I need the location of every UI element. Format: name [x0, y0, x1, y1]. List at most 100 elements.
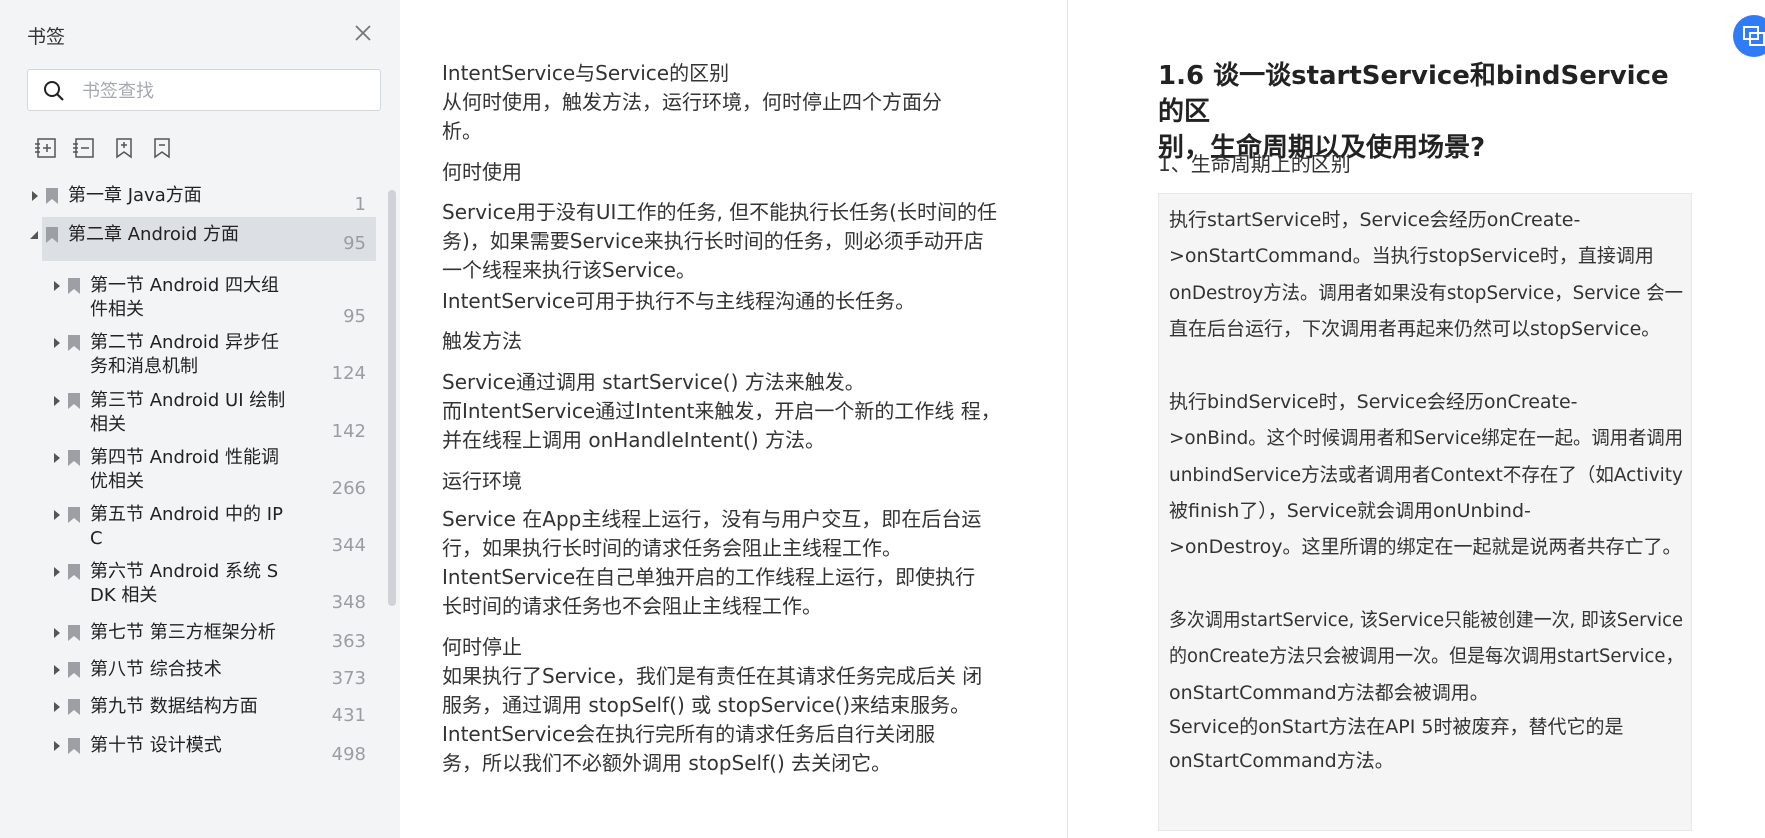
expand-caret-icon[interactable]: [28, 186, 42, 206]
expand-caret-icon[interactable]: [50, 736, 64, 756]
paragraph-line: 从何时使用，触发方法，运行环境，何时停止四个方面分: [442, 90, 942, 114]
floating-tool-icon: [1743, 26, 1765, 46]
paragraph-line: 运行环境: [442, 469, 522, 493]
tree-item-label: 第二章 Android 方面: [68, 223, 239, 247]
new-bookmark-button[interactable]: [112, 136, 138, 162]
bookmark-item-icon: [68, 699, 80, 715]
paragraph-line: Service通过调用 startService() 方法来触发。: [442, 370, 865, 394]
bookmark-item-icon: [68, 450, 80, 466]
expand-caret-icon[interactable]: [50, 448, 64, 468]
bookmark-search-box[interactable]: [27, 69, 381, 111]
tree-item-page-number: 431: [331, 705, 366, 726]
code-line: 直在后台运行，下次调用者再起来仍然可以stopService。: [1169, 318, 1661, 340]
bookmark-item-icon: [68, 662, 80, 678]
paragraph-line: Service用于没有UI工作的任务, 但不能执行长任务(长时间的任: [442, 200, 997, 224]
tree-item-label: 第五节 Android 中的 IP C: [90, 503, 283, 551]
tree-item-label: 第六节 Android 系统 S DK 相关: [90, 560, 278, 608]
paragraph-line: 服务，通过调用 stopSelf() 或 stopService()来结束服务。: [442, 693, 971, 717]
paragraph-line: 行，如果执行长时间的请求任务会阻止主线程工作。: [442, 536, 902, 560]
tree-item-page-number: 95: [343, 306, 366, 327]
bookmark-item-icon: [68, 278, 80, 294]
bookmark-item-icon: [46, 227, 58, 243]
tree-item-page-number: 95: [343, 233, 366, 254]
bookmark-add-icon: [116, 138, 132, 159]
paragraph-line: 何时使用: [442, 160, 522, 184]
code-line: >onBind。这个时候调用者和Service绑定在一起。调用者调用: [1169, 427, 1684, 449]
tree-item-label-line: 第五节 Android 中的 IP: [90, 504, 283, 525]
tree-item-page-number: 498: [331, 744, 366, 765]
tree-item-label-line: 第一章 Java方面: [68, 185, 202, 206]
code-line: 被finish了），Service就会调用onUnbind-: [1169, 500, 1531, 522]
bookmark-icon: [154, 138, 170, 159]
sidebar-title: 书签: [27, 26, 66, 48]
bookmark-item-icon: [68, 335, 80, 351]
expand-caret-icon[interactable]: [50, 660, 64, 680]
bookmark-item-icon: [46, 188, 58, 204]
tree-item-label-line: 务和消息机制: [90, 356, 198, 377]
tree-item-label-line: 第七节 第三方框架分析: [90, 622, 276, 643]
code-line: 执行bindService时，Service会经历onCreate-: [1169, 391, 1578, 413]
tree-item-label-line: 第三节 Android UI 绘制: [90, 390, 286, 411]
tree-item-label-line: 第一节 Android 四大组: [90, 275, 280, 296]
tree-item-page-number: 266: [331, 478, 366, 499]
expand-caret-icon[interactable]: [50, 333, 64, 353]
code-line: onStartCommand方法都会被调用。: [1169, 682, 1489, 704]
tree-item-label: 第四节 Android 性能调 优相关: [90, 446, 279, 494]
close-button[interactable]: [350, 20, 376, 46]
tree-item-label-line: 第九节 数据结构方面: [90, 696, 258, 717]
tree-item-label-line: 第六节 Android 系统 S: [90, 561, 279, 582]
bookmark-sidebar: 书签 书签查找 第一章 Java方面 1 第二章 Android 方面 95 第…: [0, 0, 401, 838]
expand-caret-icon[interactable]: [50, 276, 64, 296]
close-icon: [355, 25, 371, 41]
code-line: onDestroy方法。调用者如果没有stopService，Service 会…: [1169, 282, 1684, 304]
paragraph-line: IntentService可用于执行不与主线程沟通的长任务。: [442, 289, 916, 313]
paragraph-line: 析。: [442, 119, 482, 143]
code-line: >onDestroy。这里所谓的绑定在一起就是说两者共存亡了。: [1169, 536, 1682, 558]
bookmark-item-icon: [68, 507, 80, 523]
add-bookmark-button[interactable]: [34, 136, 60, 162]
expand-caret-icon[interactable]: [50, 623, 64, 643]
paragraph-line: 并在线程上调用 onHandleIntent() 方法。: [442, 428, 825, 452]
section-subheading: 1、生命周期上的区别: [1158, 152, 1351, 176]
tree-item-label-line: DK 相关: [90, 585, 158, 606]
paragraph-line: IntentService会在执行完所有的请求任务后自行关闭服: [442, 722, 936, 746]
code-line: onStartCommand方法。: [1169, 750, 1394, 772]
heading-line: 1.6 谈一谈startService和bindService的区: [1158, 61, 1669, 127]
tree-item-label-line: C: [90, 528, 103, 549]
expand-caret-icon[interactable]: [50, 697, 64, 717]
floating-tool-button[interactable]: [1733, 15, 1765, 57]
tree-item-page-number: 344: [331, 535, 366, 556]
tree-item-page-number: 142: [331, 421, 366, 442]
tree-item-page-number: 363: [331, 631, 366, 652]
tree-item-label: 第一节 Android 四大组 件相关: [90, 274, 279, 322]
paragraph-line: 务)，如果需要Service来执行长时间的任务，则必须手动开店: [442, 229, 984, 253]
sidebar-scrollbar[interactable]: [388, 190, 396, 606]
bookmark-button[interactable]: [150, 136, 176, 162]
paragraph-line: 长时间的请求任务也不会阻止主线程工作。: [442, 594, 822, 618]
tree-item-label-line: 第十节 设计模式: [90, 735, 222, 756]
tree-item-label: 第八节 综合技术: [90, 658, 222, 682]
search-icon: [44, 81, 64, 101]
tree-item-label-line: 第二章 Android 方面: [68, 224, 240, 245]
code-line: 的onCreate方法只会被调用一次。但是每次调用startService，: [1169, 645, 1684, 667]
paragraph-line: 何时停止: [442, 635, 522, 659]
bookmark-search-input[interactable]: [80, 76, 374, 106]
paragraph-line: 务，所以我们不必额外调用 stopSelf() 去关闭它。: [442, 751, 892, 775]
bookmark-item-icon: [68, 738, 80, 754]
tree-item-label-line: 第四节 Android 性能调: [90, 447, 280, 468]
code-line: Service的onStart方法在API 5时被废弃，替代它的是: [1169, 716, 1624, 738]
paragraph-line: IntentService与Service的区别: [442, 61, 730, 85]
code-line: 执行startService时，Service会经历onCreate-: [1169, 209, 1581, 231]
expand-caret-icon[interactable]: [50, 391, 64, 411]
tree-item-page-number: 373: [331, 668, 366, 689]
add-bookmark-icon: [35, 138, 56, 158]
tree-item-label-line: 件相关: [90, 299, 144, 320]
tree-item-label-line: 第八节 综合技术: [90, 659, 222, 680]
expand-caret-icon[interactable]: [50, 562, 64, 582]
remove-bookmark-button[interactable]: [72, 136, 98, 162]
tree-item-label-line: 第二节 Android 异步任: [90, 332, 280, 353]
expand-caret-icon[interactable]: [50, 505, 64, 525]
code-line: >onStartCommand。当执行stopService时，直接调用: [1169, 245, 1654, 267]
collapse-caret-icon[interactable]: [28, 225, 42, 245]
tree-item-label-line: 优相关: [90, 471, 144, 492]
